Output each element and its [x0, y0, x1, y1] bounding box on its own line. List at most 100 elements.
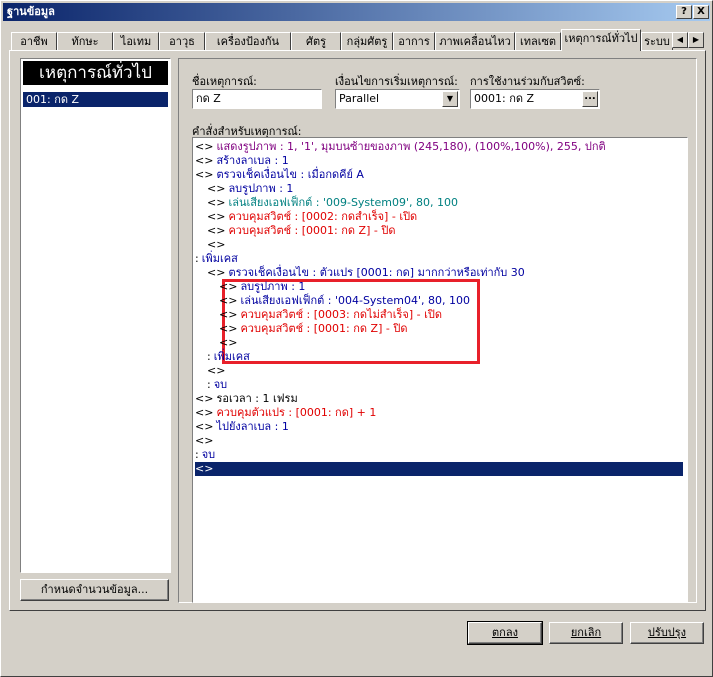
command-text: ไปยังลาเบล : 1: [216, 420, 289, 433]
command-prefix: <>: [207, 196, 226, 209]
command-line[interactable]: <> ควบคุมตัวแปร : [0001: กด] + 1: [195, 406, 376, 420]
name-label: ชื่อเหตุการณ์:: [192, 75, 257, 88]
command-prefix: <>: [207, 364, 226, 377]
command-line[interactable]: <> สร้างลาเบล : 1: [195, 154, 289, 168]
command-line[interactable]: <> ไปยังลาเบล : 1: [195, 420, 289, 434]
switch-browse-button[interactable]: ...: [582, 91, 598, 107]
database-window: ฐานข้อมูล ? X อาชีพ ทักษะ ไอเทม อาวุธ เค…: [0, 0, 713, 677]
tab-scroll-left-icon[interactable]: ◀: [672, 32, 688, 48]
title-bar: ฐานข้อมูล ? X: [3, 3, 710, 21]
command-line[interactable]: <>: [195, 462, 216, 476]
tab-animations[interactable]: ภาพเคลื่อนไหว: [435, 32, 515, 50]
command-line[interactable]: <> แสดงรูปภาพ : 1, '1', มุมบนซ้ายของภาพ (…: [195, 140, 606, 154]
command-line[interactable]: <>: [207, 238, 228, 252]
command-text: ควบคุมสวิตช์ : [0001: กด Z] - ปิด: [240, 322, 408, 335]
command-line[interactable]: : จบ: [207, 378, 227, 392]
switch-label: การใช้งานร่วมกับสวิตซ์:: [470, 75, 585, 88]
command-line[interactable]: <> เล่นเสียงเอฟเฟ็กต์ : '009-System09', 8…: [207, 196, 458, 210]
apply-button[interactable]: ปรับปรุง: [630, 622, 704, 644]
ok-label: ตกลง: [492, 626, 518, 639]
close-button[interactable]: X: [693, 5, 709, 19]
tab-enemies[interactable]: ศัตรู: [291, 32, 341, 50]
tab-armors[interactable]: เครื่องป้องกัน: [205, 32, 291, 50]
command-line[interactable]: <> ลบรูปภาพ : 1: [219, 280, 305, 294]
command-text: ควบคุมสวิตช์ : [0002: กดสำเร็จ] - เปิด: [228, 210, 418, 223]
cancel-label: ยกเลิก: [570, 626, 602, 639]
command-text: ตรวจเช็คเงื่อนไข : เมื่อกดคีย์ A: [216, 168, 364, 181]
help-button[interactable]: ?: [676, 5, 692, 19]
tab-skills[interactable]: ทักษะ: [57, 32, 113, 50]
command-text: จบ: [201, 448, 216, 461]
command-line[interactable]: <>: [195, 434, 216, 448]
command-text: จบ: [213, 378, 228, 391]
apply-label: ปรับปรุง: [647, 626, 687, 639]
command-text: ลบรูปภาพ : 1: [228, 182, 294, 195]
command-prefix: <>: [219, 336, 238, 349]
command-line[interactable]: <> ควบคุมสวิตช์ : [0003: กดไม่สำเร็จ] - เ…: [219, 308, 442, 322]
chevron-down-icon[interactable]: ▼: [442, 91, 458, 107]
command-line[interactable]: <>: [207, 364, 228, 378]
command-line[interactable]: : เพิ่มเคส: [195, 252, 238, 266]
command-line[interactable]: : จบ: [195, 448, 215, 462]
tab-troops[interactable]: กลุ่มศัตรู: [341, 32, 393, 50]
command-text: สร้างลาเบล : 1: [216, 154, 289, 167]
command-prefix: <>: [195, 462, 214, 475]
command-line[interactable]: <> รอเวลา : 1 เฟรม: [195, 392, 298, 406]
tab-scroll-right-icon[interactable]: ▶: [688, 32, 704, 48]
selected-command-row[interactable]: [195, 462, 683, 476]
command-text: เพิ่มเคส: [201, 252, 238, 265]
command-prefix: <>: [219, 322, 238, 335]
event-list-item[interactable]: 001: กด Z: [23, 92, 168, 107]
trigger-value: Parallel: [339, 92, 380, 105]
cancel-button[interactable]: ยกเลิก: [549, 622, 623, 644]
command-text: เล่นเสียงเอฟเฟ็กต์ : '004-System04', 80,…: [240, 294, 470, 307]
command-text: แสดงรูปภาพ : 1, '1', มุมบนซ้ายของภาพ (24…: [216, 140, 606, 153]
ok-button[interactable]: ตกลง: [467, 621, 543, 645]
command-prefix: <>: [207, 238, 226, 251]
command-prefix: <>: [219, 280, 238, 293]
command-line[interactable]: <> ควบคุมสวิตช์ : [0001: กด Z] - ปิด: [219, 322, 407, 336]
command-line[interactable]: <>: [219, 336, 240, 350]
command-line[interactable]: <> ลบรูปภาพ : 1: [207, 182, 293, 196]
command-line[interactable]: <> เล่นเสียงเอฟเฟ็กต์ : '004-System04', 8…: [219, 294, 470, 308]
command-text: ลบรูปภาพ : 1: [240, 280, 306, 293]
command-prefix: <>: [207, 266, 226, 279]
command-list[interactable]: <> แสดงรูปภาพ : 1, '1', มุมบนซ้ายของภาพ (…: [192, 137, 688, 603]
command-line[interactable]: <> ตรวจเช็คเงื่อนไข : เมื่อกดคีย์ A: [195, 168, 364, 182]
command-line[interactable]: : เพิ่มเคส: [207, 350, 250, 364]
tab-states[interactable]: อาการ: [393, 32, 435, 50]
switch-field[interactable]: 0001: กด Z ...: [470, 89, 600, 109]
command-prefix: <>: [195, 154, 214, 167]
command-line[interactable]: <> ควบคุมสวิตช์ : [0002: กดสำเร็จ] - เปิด: [207, 210, 417, 224]
window-title: ฐานข้อมูล: [7, 5, 55, 18]
tab-classes[interactable]: อาชีพ: [11, 32, 57, 50]
command-prefix: <>: [207, 210, 226, 223]
command-text: เล่นเสียงเอฟเฟ็กต์ : '009-System09', 80,…: [228, 196, 458, 209]
switch-value: 0001: กด Z: [474, 92, 535, 105]
command-prefix: <>: [195, 392, 214, 405]
tab-common-events[interactable]: เหตุการณ์ทั่วไป: [561, 29, 641, 51]
trigger-label: เงื่อนไขการเริ่มเหตุการณ์:: [335, 75, 458, 88]
tab-system[interactable]: ระบบ: [641, 32, 673, 50]
tab-weapons[interactable]: อาวุธ: [159, 32, 205, 50]
event-list-header: เหตุการณ์ทั่วไป: [23, 61, 168, 85]
tab-tilesets[interactable]: เทลเซต: [515, 32, 561, 50]
tab-items[interactable]: ไอเทม: [113, 32, 159, 50]
command-prefix: :: [195, 252, 199, 265]
command-prefix: <>: [219, 294, 238, 307]
event-list[interactable]: เหตุการณ์ทั่วไป 001: กด Z: [20, 58, 171, 573]
command-prefix: <>: [195, 140, 214, 153]
command-line[interactable]: <> ตรวจเช็คเงื่อนไข : ตัวแปร [0001: กด] ม…: [207, 266, 525, 280]
command-prefix: <>: [219, 308, 238, 321]
command-prefix: <>: [195, 168, 214, 181]
command-prefix: :: [195, 448, 199, 461]
command-prefix: <>: [207, 182, 226, 195]
trigger-select[interactable]: Parallel ▼: [335, 89, 460, 109]
command-text: ตรวจเช็คเงื่อนไข : ตัวแปร [0001: กด] มาก…: [228, 266, 525, 279]
command-line[interactable]: <> ควบคุมสวิตช์ : [0001: กด Z] - ปิด: [207, 224, 395, 238]
command-prefix: <>: [195, 420, 214, 433]
set-max-button[interactable]: กำหนดจำนวนข้อมูล...: [20, 579, 169, 601]
command-text: เพิ่มเคส: [213, 350, 250, 363]
event-name-input[interactable]: กด Z: [192, 89, 322, 109]
command-prefix: :: [207, 378, 211, 391]
